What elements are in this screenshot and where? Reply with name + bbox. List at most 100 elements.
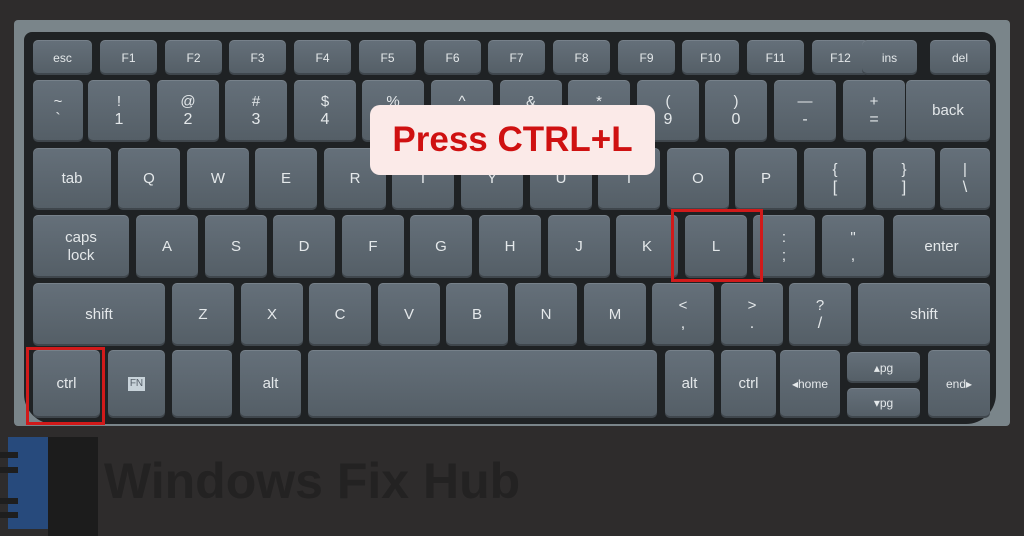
key-label: F12 (830, 50, 851, 65)
key-f3[interactable]: F3 (229, 40, 286, 75)
key-[interactable]: + = (843, 80, 905, 142)
key-[interactable]: ~ ` (33, 80, 83, 142)
key-o[interactable]: O (667, 148, 729, 210)
key-del[interactable]: del (930, 40, 990, 75)
key-label: C (334, 305, 346, 323)
key-[interactable]: — - (774, 80, 836, 142)
key-label-bottom: - (802, 111, 808, 128)
key-label-bottom: / (817, 314, 823, 332)
key-end[interactable]: end▸ (928, 350, 990, 418)
key-shift[interactable]: shift (33, 283, 165, 346)
key-g[interactable]: G (410, 215, 472, 278)
key-label: end▸ (945, 377, 973, 391)
key-label-bottom: ] (901, 179, 907, 196)
key-home[interactable]: ◂home (780, 350, 840, 418)
key-ins[interactable]: ins (862, 40, 917, 75)
key-label-bottom: [ (832, 179, 838, 196)
key-0[interactable]: ) 0 (705, 80, 767, 142)
key-[interactable]: ? / (789, 283, 851, 346)
key-tab[interactable]: tab (33, 148, 111, 210)
key-label: W (210, 170, 226, 187)
key-alt[interactable]: alt (665, 350, 714, 418)
key-d[interactable]: D (273, 215, 335, 278)
key-label: H (504, 237, 516, 255)
key-n[interactable]: N (515, 283, 577, 346)
key-f11[interactable]: F11 (747, 40, 804, 75)
key-back[interactable]: back (906, 80, 990, 142)
key-e[interactable]: E (255, 148, 317, 210)
key-label: shift (910, 305, 938, 323)
key-label: G (435, 237, 447, 255)
key-label: F5 (380, 50, 395, 65)
key-label: enter (924, 237, 959, 255)
key-q[interactable]: Q (118, 148, 180, 210)
key-w[interactable]: W (187, 148, 249, 210)
key-label: ins (881, 50, 898, 65)
key-label: Q (143, 170, 155, 187)
key-shift[interactable]: shift (858, 283, 990, 346)
key-[interactable]: >. (721, 283, 783, 346)
key-k[interactable]: K (616, 215, 678, 278)
key-b[interactable]: B (446, 283, 508, 346)
key-label: shift (85, 305, 113, 323)
key-capslock[interactable]: caps lock (33, 215, 129, 278)
key-z[interactable]: Z (172, 283, 234, 346)
key-label: ctrl (738, 375, 759, 392)
key-label: ◂home (791, 377, 829, 391)
key-label: esc (53, 50, 72, 65)
key-f1[interactable]: F1 (100, 40, 157, 75)
key-label-top: caps (65, 228, 97, 246)
key-f5[interactable]: F5 (359, 40, 416, 75)
key-fn[interactable]: FN (108, 350, 165, 418)
logo-line (0, 498, 18, 504)
key-label-top: > (747, 296, 757, 314)
key-p[interactable]: P (735, 148, 797, 210)
key-s[interactable]: S (205, 215, 267, 278)
key-esc[interactable]: esc (33, 40, 92, 75)
key-[interactable]: <, (652, 283, 714, 346)
key-m[interactable]: M (584, 283, 646, 346)
logo-line (0, 452, 18, 458)
key-label-bottom: ` (55, 111, 61, 128)
key-a[interactable]: A (136, 215, 198, 278)
logo-line (0, 467, 18, 473)
key-v[interactable]: V (378, 283, 440, 346)
key-f2[interactable]: F2 (165, 40, 222, 75)
key-label: F6 (445, 50, 460, 65)
key-pg[interactable]: ▴pg (847, 352, 920, 383)
key-3[interactable]: #3 (225, 80, 287, 142)
key-x[interactable]: X (241, 283, 303, 346)
key-label-bottom: 1 (114, 111, 124, 128)
key-f4[interactable]: F4 (294, 40, 351, 75)
key-[interactable]: ", (822, 215, 884, 278)
key-4[interactable]: $4 (294, 80, 356, 142)
key-label-bottom: lock (67, 246, 95, 264)
key-label-bottom: 2 (183, 111, 193, 128)
key-j[interactable]: J (548, 215, 610, 278)
key-[interactable]: {[ (804, 148, 866, 210)
key-h[interactable]: H (479, 215, 541, 278)
key-1[interactable]: ! 1 (88, 80, 150, 142)
key-f8[interactable]: F8 (553, 40, 610, 75)
key-c[interactable]: C (309, 283, 371, 346)
key-enter[interactable]: enter (893, 215, 990, 278)
key-space[interactable] (308, 350, 657, 418)
key-blank[interactable] (172, 350, 232, 418)
key-label-bottom: \ (962, 179, 968, 196)
key-label: X (266, 305, 277, 323)
key-f[interactable]: F (342, 215, 404, 278)
key-ctrl[interactable]: ctrl (721, 350, 776, 418)
key-f9[interactable]: F9 (618, 40, 675, 75)
key-[interactable]: | \ (940, 148, 990, 210)
key-alt[interactable]: alt (240, 350, 301, 418)
key-pg[interactable]: ▾pg (847, 388, 920, 418)
key-2[interactable]: @2 (157, 80, 219, 142)
shortcut-callout: Press CTRL+L (370, 105, 655, 175)
key-[interactable]: }] (873, 148, 935, 210)
key-f10[interactable]: F10 (682, 40, 739, 75)
key-label-top: " (850, 228, 856, 246)
key-f6[interactable]: F6 (424, 40, 481, 75)
key-label-top: ~ (53, 93, 63, 110)
key-f12[interactable]: F12 (812, 40, 869, 75)
key-f7[interactable]: F7 (488, 40, 545, 75)
